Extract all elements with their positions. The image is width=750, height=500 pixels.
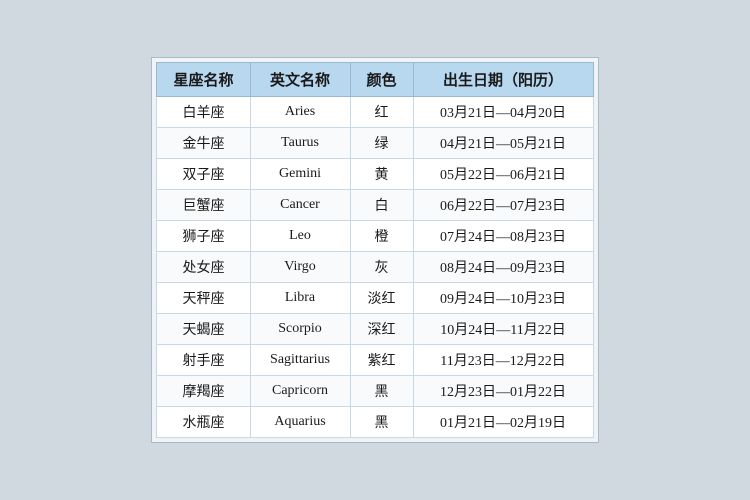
table-body: 白羊座Aries红03月21日—04月20日金牛座Taurus绿04月21日—0… xyxy=(157,97,593,438)
cell-color: 灰 xyxy=(350,252,413,283)
cell-english: Leo xyxy=(250,221,350,252)
table-row: 射手座Sagittarius紫红11月23日—12月22日 xyxy=(157,345,593,376)
cell-dates: 04月21日—05月21日 xyxy=(413,128,593,159)
cell-chinese: 处女座 xyxy=(157,252,250,283)
cell-chinese: 水瓶座 xyxy=(157,407,250,438)
cell-english: Capricorn xyxy=(250,376,350,407)
cell-dates: 09月24日—10月23日 xyxy=(413,283,593,314)
cell-dates: 08月24日—09月23日 xyxy=(413,252,593,283)
header-date: 出生日期（阳历） xyxy=(413,63,593,97)
cell-dates: 06月22日—07月23日 xyxy=(413,190,593,221)
cell-dates: 10月24日—11月22日 xyxy=(413,314,593,345)
table-row: 水瓶座Aquarius黑01月21日—02月19日 xyxy=(157,407,593,438)
table-row: 金牛座Taurus绿04月21日—05月21日 xyxy=(157,128,593,159)
cell-english: Taurus xyxy=(250,128,350,159)
cell-color: 绿 xyxy=(350,128,413,159)
cell-english: Aries xyxy=(250,97,350,128)
cell-chinese: 摩羯座 xyxy=(157,376,250,407)
cell-color: 黑 xyxy=(350,407,413,438)
cell-color: 黑 xyxy=(350,376,413,407)
cell-dates: 01月21日—02月19日 xyxy=(413,407,593,438)
cell-dates: 11月23日—12月22日 xyxy=(413,345,593,376)
table-row: 摩羯座Capricorn黑12月23日—01月22日 xyxy=(157,376,593,407)
cell-color: 淡红 xyxy=(350,283,413,314)
header-chinese: 星座名称 xyxy=(157,63,250,97)
cell-dates: 12月23日—01月22日 xyxy=(413,376,593,407)
table-row: 处女座Virgo灰08月24日—09月23日 xyxy=(157,252,593,283)
cell-english: Cancer xyxy=(250,190,350,221)
table-row: 巨蟹座Cancer白06月22日—07月23日 xyxy=(157,190,593,221)
cell-chinese: 金牛座 xyxy=(157,128,250,159)
cell-chinese: 白羊座 xyxy=(157,97,250,128)
cell-chinese: 双子座 xyxy=(157,159,250,190)
cell-color: 黄 xyxy=(350,159,413,190)
table-row: 天蝎座Scorpio深红10月24日—11月22日 xyxy=(157,314,593,345)
table-row: 白羊座Aries红03月21日—04月20日 xyxy=(157,97,593,128)
cell-english: Scorpio xyxy=(250,314,350,345)
cell-english: Libra xyxy=(250,283,350,314)
cell-color: 橙 xyxy=(350,221,413,252)
cell-color: 红 xyxy=(350,97,413,128)
table-row: 狮子座Leo橙07月24日—08月23日 xyxy=(157,221,593,252)
table-row: 天秤座Libra淡红09月24日—10月23日 xyxy=(157,283,593,314)
cell-english: Gemini xyxy=(250,159,350,190)
header-english: 英文名称 xyxy=(250,63,350,97)
cell-chinese: 巨蟹座 xyxy=(157,190,250,221)
zodiac-table: 星座名称 英文名称 颜色 出生日期（阳历） 白羊座Aries红03月21日—04… xyxy=(156,62,593,438)
table-row: 双子座Gemini黄05月22日—06月21日 xyxy=(157,159,593,190)
zodiac-table-wrapper: 星座名称 英文名称 颜色 出生日期（阳历） 白羊座Aries红03月21日—04… xyxy=(151,57,598,443)
cell-chinese: 射手座 xyxy=(157,345,250,376)
cell-color: 深红 xyxy=(350,314,413,345)
cell-chinese: 狮子座 xyxy=(157,221,250,252)
cell-chinese: 天蝎座 xyxy=(157,314,250,345)
cell-color: 紫红 xyxy=(350,345,413,376)
cell-dates: 05月22日—06月21日 xyxy=(413,159,593,190)
cell-english: Aquarius xyxy=(250,407,350,438)
cell-chinese: 天秤座 xyxy=(157,283,250,314)
cell-color: 白 xyxy=(350,190,413,221)
header-color: 颜色 xyxy=(350,63,413,97)
cell-english: Virgo xyxy=(250,252,350,283)
cell-dates: 07月24日—08月23日 xyxy=(413,221,593,252)
cell-dates: 03月21日—04月20日 xyxy=(413,97,593,128)
table-header-row: 星座名称 英文名称 颜色 出生日期（阳历） xyxy=(157,63,593,97)
cell-english: Sagittarius xyxy=(250,345,350,376)
